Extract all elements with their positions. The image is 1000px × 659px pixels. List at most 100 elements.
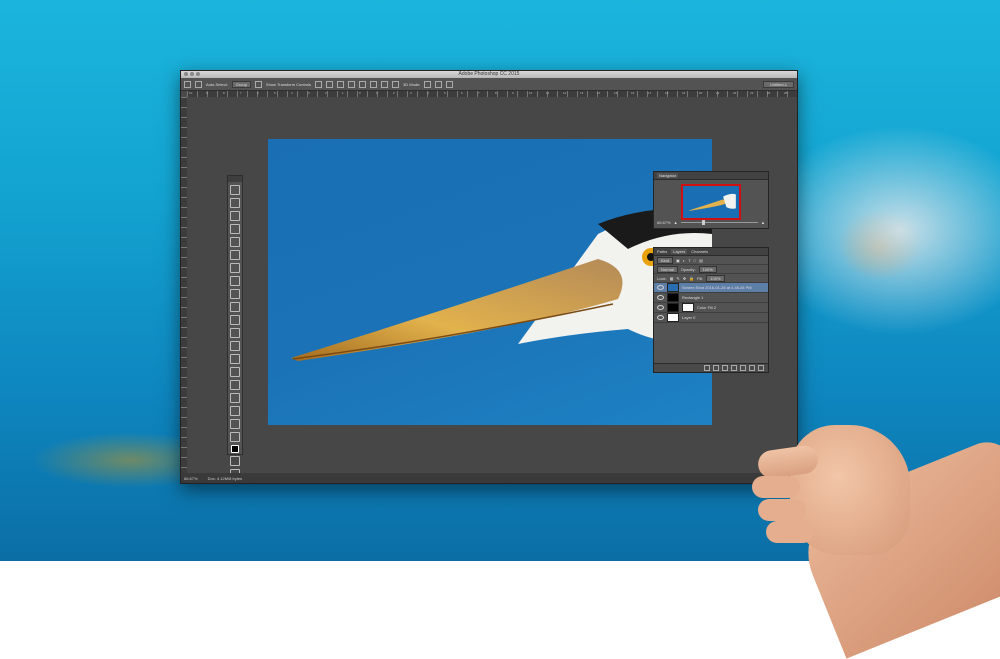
workspace-dropdown[interactable]: Untitled-1 bbox=[762, 80, 794, 88]
align-left-icon[interactable] bbox=[348, 80, 356, 88]
zoom-in-icon[interactable]: ▲ bbox=[761, 220, 765, 225]
hand-finger bbox=[758, 499, 806, 521]
checkbox-icon[interactable] bbox=[254, 80, 262, 88]
brush-tool-icon[interactable] bbox=[230, 276, 240, 286]
fill-input[interactable]: 100% bbox=[706, 274, 725, 282]
quick-select-tool-icon[interactable] bbox=[230, 224, 240, 234]
clone-stamp-tool-icon[interactable] bbox=[230, 289, 240, 299]
layer-row[interactable]: Color Fill 2 bbox=[654, 303, 768, 313]
type-tool-icon[interactable] bbox=[230, 380, 240, 390]
eraser-tool-icon[interactable] bbox=[230, 315, 240, 325]
new-group-icon[interactable] bbox=[740, 365, 746, 371]
kind-filter-dropdown[interactable]: Kind bbox=[657, 256, 674, 264]
ruler-tick-label: 10 bbox=[189, 91, 193, 95]
minimize-button[interactable] bbox=[190, 72, 194, 76]
crop-tool-icon[interactable] bbox=[230, 237, 240, 247]
filter-pixel-icon[interactable]: ▣ bbox=[676, 258, 680, 263]
delete-layer-icon[interactable] bbox=[758, 365, 764, 371]
filter-adjust-icon[interactable]: ◐ bbox=[683, 258, 685, 263]
adjustment-layer-icon[interactable] bbox=[731, 365, 737, 371]
ruler-tick-label: 25 bbox=[784, 91, 788, 95]
close-button[interactable] bbox=[184, 72, 188, 76]
gradient-tool-icon[interactable] bbox=[230, 328, 240, 338]
zoom-button[interactable] bbox=[196, 72, 200, 76]
path-select-tool-icon[interactable] bbox=[230, 393, 240, 403]
layer-name[interactable]: Layer 0 bbox=[682, 315, 695, 320]
new-layer-icon[interactable] bbox=[749, 365, 755, 371]
distribute-icon[interactable] bbox=[381, 80, 389, 88]
ruler-tick-label: 18 bbox=[665, 91, 669, 95]
blur-tool-icon[interactable] bbox=[230, 341, 240, 351]
layer-name[interactable]: Color Fill 2 bbox=[697, 305, 716, 310]
layer-name[interactable]: Screen Shot 2016-01-28 at 4.45.28 PM bbox=[682, 285, 752, 290]
add-mask-icon[interactable] bbox=[722, 365, 728, 371]
layer-row[interactable]: Screen Shot 2016-01-28 at 4.45.28 PM bbox=[654, 283, 768, 293]
status-doc-size[interactable]: Doc: 4.12M/8 bytes bbox=[208, 476, 242, 481]
align-middle-icon[interactable] bbox=[326, 80, 334, 88]
visibility-eye-icon[interactable] bbox=[657, 315, 664, 320]
filter-type-icon[interactable]: T bbox=[688, 258, 690, 263]
visibility-eye-icon[interactable] bbox=[657, 305, 664, 310]
tab-channels[interactable]: Channels bbox=[691, 249, 708, 254]
heron-beak bbox=[291, 259, 623, 361]
tab-layers[interactable]: Layers bbox=[671, 249, 688, 254]
checkbox-icon[interactable] bbox=[195, 80, 202, 88]
zoom-tool-icon[interactable] bbox=[230, 432, 240, 442]
visibility-eye-icon[interactable] bbox=[657, 285, 664, 290]
layer-row[interactable]: Rectangle 1 bbox=[654, 293, 768, 303]
move-tool-icon[interactable] bbox=[184, 80, 191, 88]
dodge-tool-icon[interactable] bbox=[230, 354, 240, 364]
ruler-tick-label: 4 bbox=[291, 91, 293, 95]
align-center-icon[interactable] bbox=[359, 80, 367, 88]
healing-brush-tool-icon[interactable] bbox=[230, 263, 240, 273]
3d-rotate-icon[interactable] bbox=[424, 80, 432, 88]
filter-shape-icon[interactable]: □ bbox=[694, 258, 696, 263]
foreground-color-swatch[interactable] bbox=[231, 445, 239, 453]
quick-mask-icon[interactable] bbox=[230, 456, 240, 466]
history-brush-tool-icon[interactable] bbox=[230, 302, 240, 312]
lock-paint-icon[interactable]: ✎ bbox=[676, 276, 679, 281]
ruler-tick-label: 13 bbox=[580, 91, 584, 95]
lock-all-icon[interactable]: 🔒 bbox=[689, 276, 694, 281]
layer-name[interactable]: Rectangle 1 bbox=[682, 295, 703, 300]
align-right-icon[interactable] bbox=[370, 80, 378, 88]
document-canvas[interactable] bbox=[268, 139, 712, 425]
navigator-zoom-slider[interactable] bbox=[680, 220, 759, 225]
move-tool-icon[interactable] bbox=[230, 185, 240, 195]
options-bar: Auto-Select: Group Show Transform Contro… bbox=[181, 78, 797, 91]
auto-select-dropdown[interactable]: Group bbox=[231, 80, 251, 88]
3d-pan-icon[interactable] bbox=[446, 80, 454, 88]
marquee-tool-icon[interactable] bbox=[230, 198, 240, 208]
navigator-panel: Navigator 66.67% ▲ ▲ bbox=[653, 171, 769, 229]
eyedropper-tool-icon[interactable] bbox=[230, 250, 240, 260]
link-layers-icon[interactable] bbox=[704, 365, 710, 371]
layer-thumbnail bbox=[667, 293, 679, 302]
layer-row[interactable]: Layer 0 bbox=[654, 313, 768, 323]
ruler-tick-label: 12 bbox=[563, 91, 567, 95]
ruler-tick-label: 19 bbox=[682, 91, 686, 95]
opacity-input[interactable]: 100% bbox=[698, 265, 717, 273]
align-top-icon[interactable] bbox=[315, 80, 323, 88]
navigator-preview[interactable] bbox=[681, 184, 741, 220]
ruler-tick-label: 20 bbox=[699, 91, 703, 95]
status-zoom[interactable]: 66.67% bbox=[184, 476, 198, 481]
hand-tool-icon[interactable] bbox=[230, 419, 240, 429]
window-controls[interactable] bbox=[184, 72, 200, 76]
toolbox-grip[interactable] bbox=[228, 176, 242, 182]
zoom-out-icon[interactable]: ▲ bbox=[674, 220, 678, 225]
3d-roll-icon[interactable] bbox=[435, 80, 443, 88]
visibility-eye-icon[interactable] bbox=[657, 295, 664, 300]
rectangle-tool-icon[interactable] bbox=[230, 406, 240, 416]
navigator-zoom-value[interactable]: 66.67% bbox=[657, 220, 671, 225]
align-bottom-icon[interactable] bbox=[337, 80, 345, 88]
tab-navigator[interactable]: Navigator bbox=[657, 173, 679, 178]
lasso-tool-icon[interactable] bbox=[230, 211, 240, 221]
filter-smart-icon[interactable]: ▤ bbox=[699, 258, 703, 263]
distribute-icon[interactable] bbox=[392, 80, 400, 88]
pen-tool-icon[interactable] bbox=[230, 367, 240, 377]
tab-paths[interactable]: Paths bbox=[657, 249, 667, 254]
lock-transparent-icon[interactable]: ▦ bbox=[670, 276, 674, 281]
lock-move-icon[interactable]: ✥ bbox=[683, 276, 686, 281]
blend-mode-dropdown[interactable]: Normal bbox=[657, 265, 678, 273]
layer-style-icon[interactable] bbox=[713, 365, 719, 371]
